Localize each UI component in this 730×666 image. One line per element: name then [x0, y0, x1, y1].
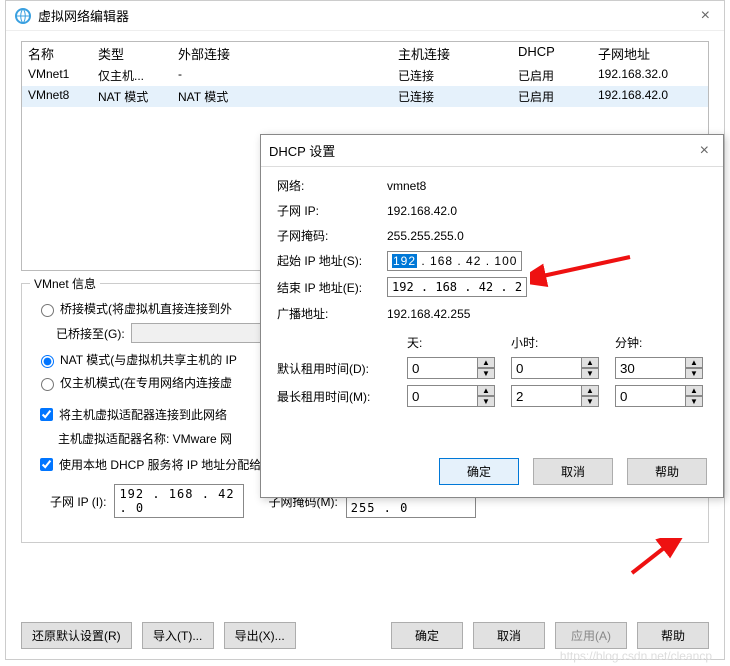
help-button[interactable]: 帮助 [637, 622, 709, 649]
minutes-label: 分钟: [615, 334, 719, 351]
start-ip-input[interactable]: 192 . 168 . 42 . 100 [387, 251, 522, 271]
export-button[interactable]: 导出(X)... [224, 622, 296, 649]
max-lease-label: 最长租用时间(M): [277, 388, 407, 405]
ok-button[interactable]: 确定 [391, 622, 463, 649]
annotation-arrow-icon [530, 252, 640, 292]
apply-button[interactable]: 应用(A) [555, 622, 627, 649]
spin-up-icon[interactable]: ▲ [685, 357, 703, 368]
spin-up-icon[interactable]: ▲ [685, 385, 703, 396]
spin-up-icon[interactable]: ▲ [581, 357, 599, 368]
spin-down-icon[interactable]: ▼ [581, 368, 599, 379]
cancel-button[interactable]: 取消 [473, 622, 545, 649]
table-header: 名称 类型 外部连接 主机连接 DHCP 子网地址 [22, 42, 708, 65]
dhcp-ok-button[interactable]: 确定 [439, 458, 519, 485]
subnet-ip-input[interactable]: 192 . 168 . 42 . 0 [114, 484, 244, 518]
close-icon[interactable]: × [695, 7, 716, 25]
broadcast-value: 192.168.42.255 [387, 307, 707, 321]
vmnet-info-legend: VMnet 信息 [30, 275, 100, 292]
bottom-button-bar: 还原默认设置(R) 导入(T)... 导出(X)... 确定 取消 应用(A) … [21, 622, 709, 649]
dhcp-settings-dialog: DHCP 设置 × 网络: vmnet8 子网 IP: 192.168.42.0… [260, 134, 724, 498]
max-hours-spinner[interactable]: ▲▼ [511, 385, 601, 407]
spin-up-icon[interactable]: ▲ [477, 385, 495, 396]
dhcp-subnet-ip-label: 子网 IP: [277, 202, 387, 219]
dhcp-help-button[interactable]: 帮助 [627, 458, 707, 485]
dhcp-close-icon[interactable]: × [694, 142, 715, 160]
nat-radio[interactable] [41, 355, 54, 368]
dhcp-title: DHCP 设置 [269, 141, 694, 160]
network-value: vmnet8 [387, 179, 707, 193]
spin-down-icon[interactable]: ▼ [685, 396, 703, 407]
start-ip-label: 起始 IP 地址(S): [277, 252, 387, 269]
main-titlebar: 虚拟网络编辑器 × [6, 1, 724, 31]
subnet-ip-label: 子网 IP (I): [50, 493, 106, 510]
days-label: 天: [407, 334, 511, 351]
col-dhcp[interactable]: DHCP [518, 44, 598, 63]
col-host[interactable]: 主机连接 [398, 44, 518, 63]
restore-defaults-button[interactable]: 还原默认设置(R) [21, 622, 132, 649]
col-subnet[interactable]: 子网地址 [598, 44, 702, 63]
bridge-radio[interactable] [41, 304, 54, 317]
import-button[interactable]: 导入(T)... [142, 622, 214, 649]
default-hours-spinner[interactable]: ▲▼ [511, 357, 601, 379]
use-dhcp-checkbox[interactable] [40, 458, 53, 471]
dhcp-subnet-ip-value: 192.168.42.0 [387, 204, 707, 218]
dhcp-cancel-button[interactable]: 取消 [533, 458, 613, 485]
app-icon [14, 7, 32, 25]
end-ip-label: 结束 IP 地址(E): [277, 279, 387, 296]
col-name[interactable]: 名称 [28, 44, 98, 63]
spin-up-icon[interactable]: ▲ [477, 357, 495, 368]
spin-down-icon[interactable]: ▼ [685, 368, 703, 379]
table-row[interactable]: VMnet8 NAT 模式 NAT 模式 已连接 已启用 192.168.42.… [22, 86, 708, 107]
col-ext[interactable]: 外部连接 [178, 44, 398, 63]
dhcp-titlebar: DHCP 设置 × [261, 135, 723, 167]
hours-label: 小时: [511, 334, 615, 351]
col-type[interactable]: 类型 [98, 44, 178, 63]
dhcp-subnet-mask-value: 255.255.255.0 [387, 229, 707, 243]
default-minutes-spinner[interactable]: ▲▼ [615, 357, 705, 379]
hostonly-radio[interactable] [41, 378, 54, 391]
max-days-spinner[interactable]: ▲▼ [407, 385, 497, 407]
connect-host-checkbox[interactable] [40, 408, 53, 421]
spin-down-icon[interactable]: ▼ [477, 368, 495, 379]
network-label: 网络: [277, 177, 387, 194]
default-lease-label: 默认租用时间(D): [277, 360, 407, 377]
spin-down-icon[interactable]: ▼ [581, 396, 599, 407]
default-days-spinner[interactable]: ▲▼ [407, 357, 497, 379]
end-ip-input[interactable] [387, 277, 527, 297]
table-row[interactable]: VMnet1 仅主机... - 已连接 已启用 192.168.32.0 [22, 65, 708, 86]
spin-down-icon[interactable]: ▼ [477, 396, 495, 407]
watermark: https://blog.csdn.net/cleancp [560, 649, 712, 663]
window-title: 虚拟网络编辑器 [38, 6, 695, 25]
annotation-arrow-icon [624, 538, 684, 578]
broadcast-label: 广播地址: [277, 305, 387, 322]
dhcp-subnet-mask-label: 子网掩码: [277, 227, 387, 244]
max-minutes-spinner[interactable]: ▲▼ [615, 385, 705, 407]
spin-up-icon[interactable]: ▲ [581, 385, 599, 396]
